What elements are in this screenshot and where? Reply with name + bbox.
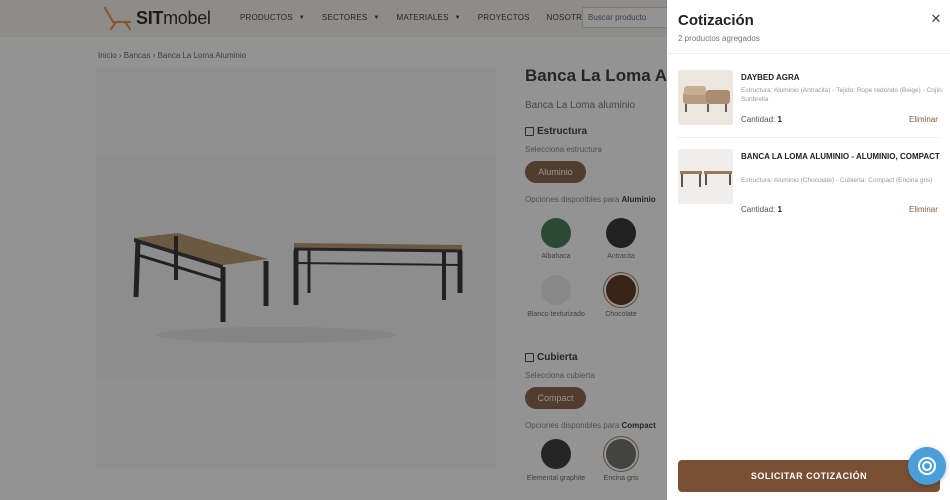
item-quantity: Cantidad: 1 — [741, 115, 782, 124]
item-name: BANCA LA LOMA ALUMINIO - ALUMINIO, COMPA… — [741, 152, 940, 161]
item-name: DAYBED AGRA — [741, 73, 800, 82]
help-button[interactable] — [908, 447, 946, 485]
divider — [667, 53, 950, 54]
close-icon[interactable]: ✕ — [929, 12, 943, 26]
request-quote-button[interactable]: SOLICITAR COTIZACIÓN — [678, 460, 940, 492]
quote-panel: Cotización 2 productos agregados ✕ DAYBE… — [667, 0, 950, 500]
item-quantity: Cantidad: 1 — [741, 205, 782, 214]
quote-panel-count: 2 productos agregados — [678, 34, 760, 43]
item-description: Estructura: Aluminio (Antracita) - Tejid… — [741, 87, 944, 103]
remove-item-button[interactable]: Eliminar — [909, 205, 938, 214]
help-icon — [918, 457, 936, 475]
modal-backdrop[interactable] — [0, 0, 667, 500]
divider — [678, 137, 940, 138]
quote-panel-title: Cotización — [678, 12, 754, 29]
quote-item: DAYBED AGRA Estructura: Aluminio (Antrac… — [678, 70, 944, 130]
item-thumbnail — [678, 70, 733, 125]
remove-item-button[interactable]: Eliminar — [909, 115, 938, 124]
item-thumbnail — [678, 149, 733, 204]
item-description: Estructura: Aluminio (Chocolate) - Cubie… — [741, 177, 933, 184]
quote-item: BANCA LA LOMA ALUMINIO - ALUMINIO, COMPA… — [678, 149, 944, 219]
